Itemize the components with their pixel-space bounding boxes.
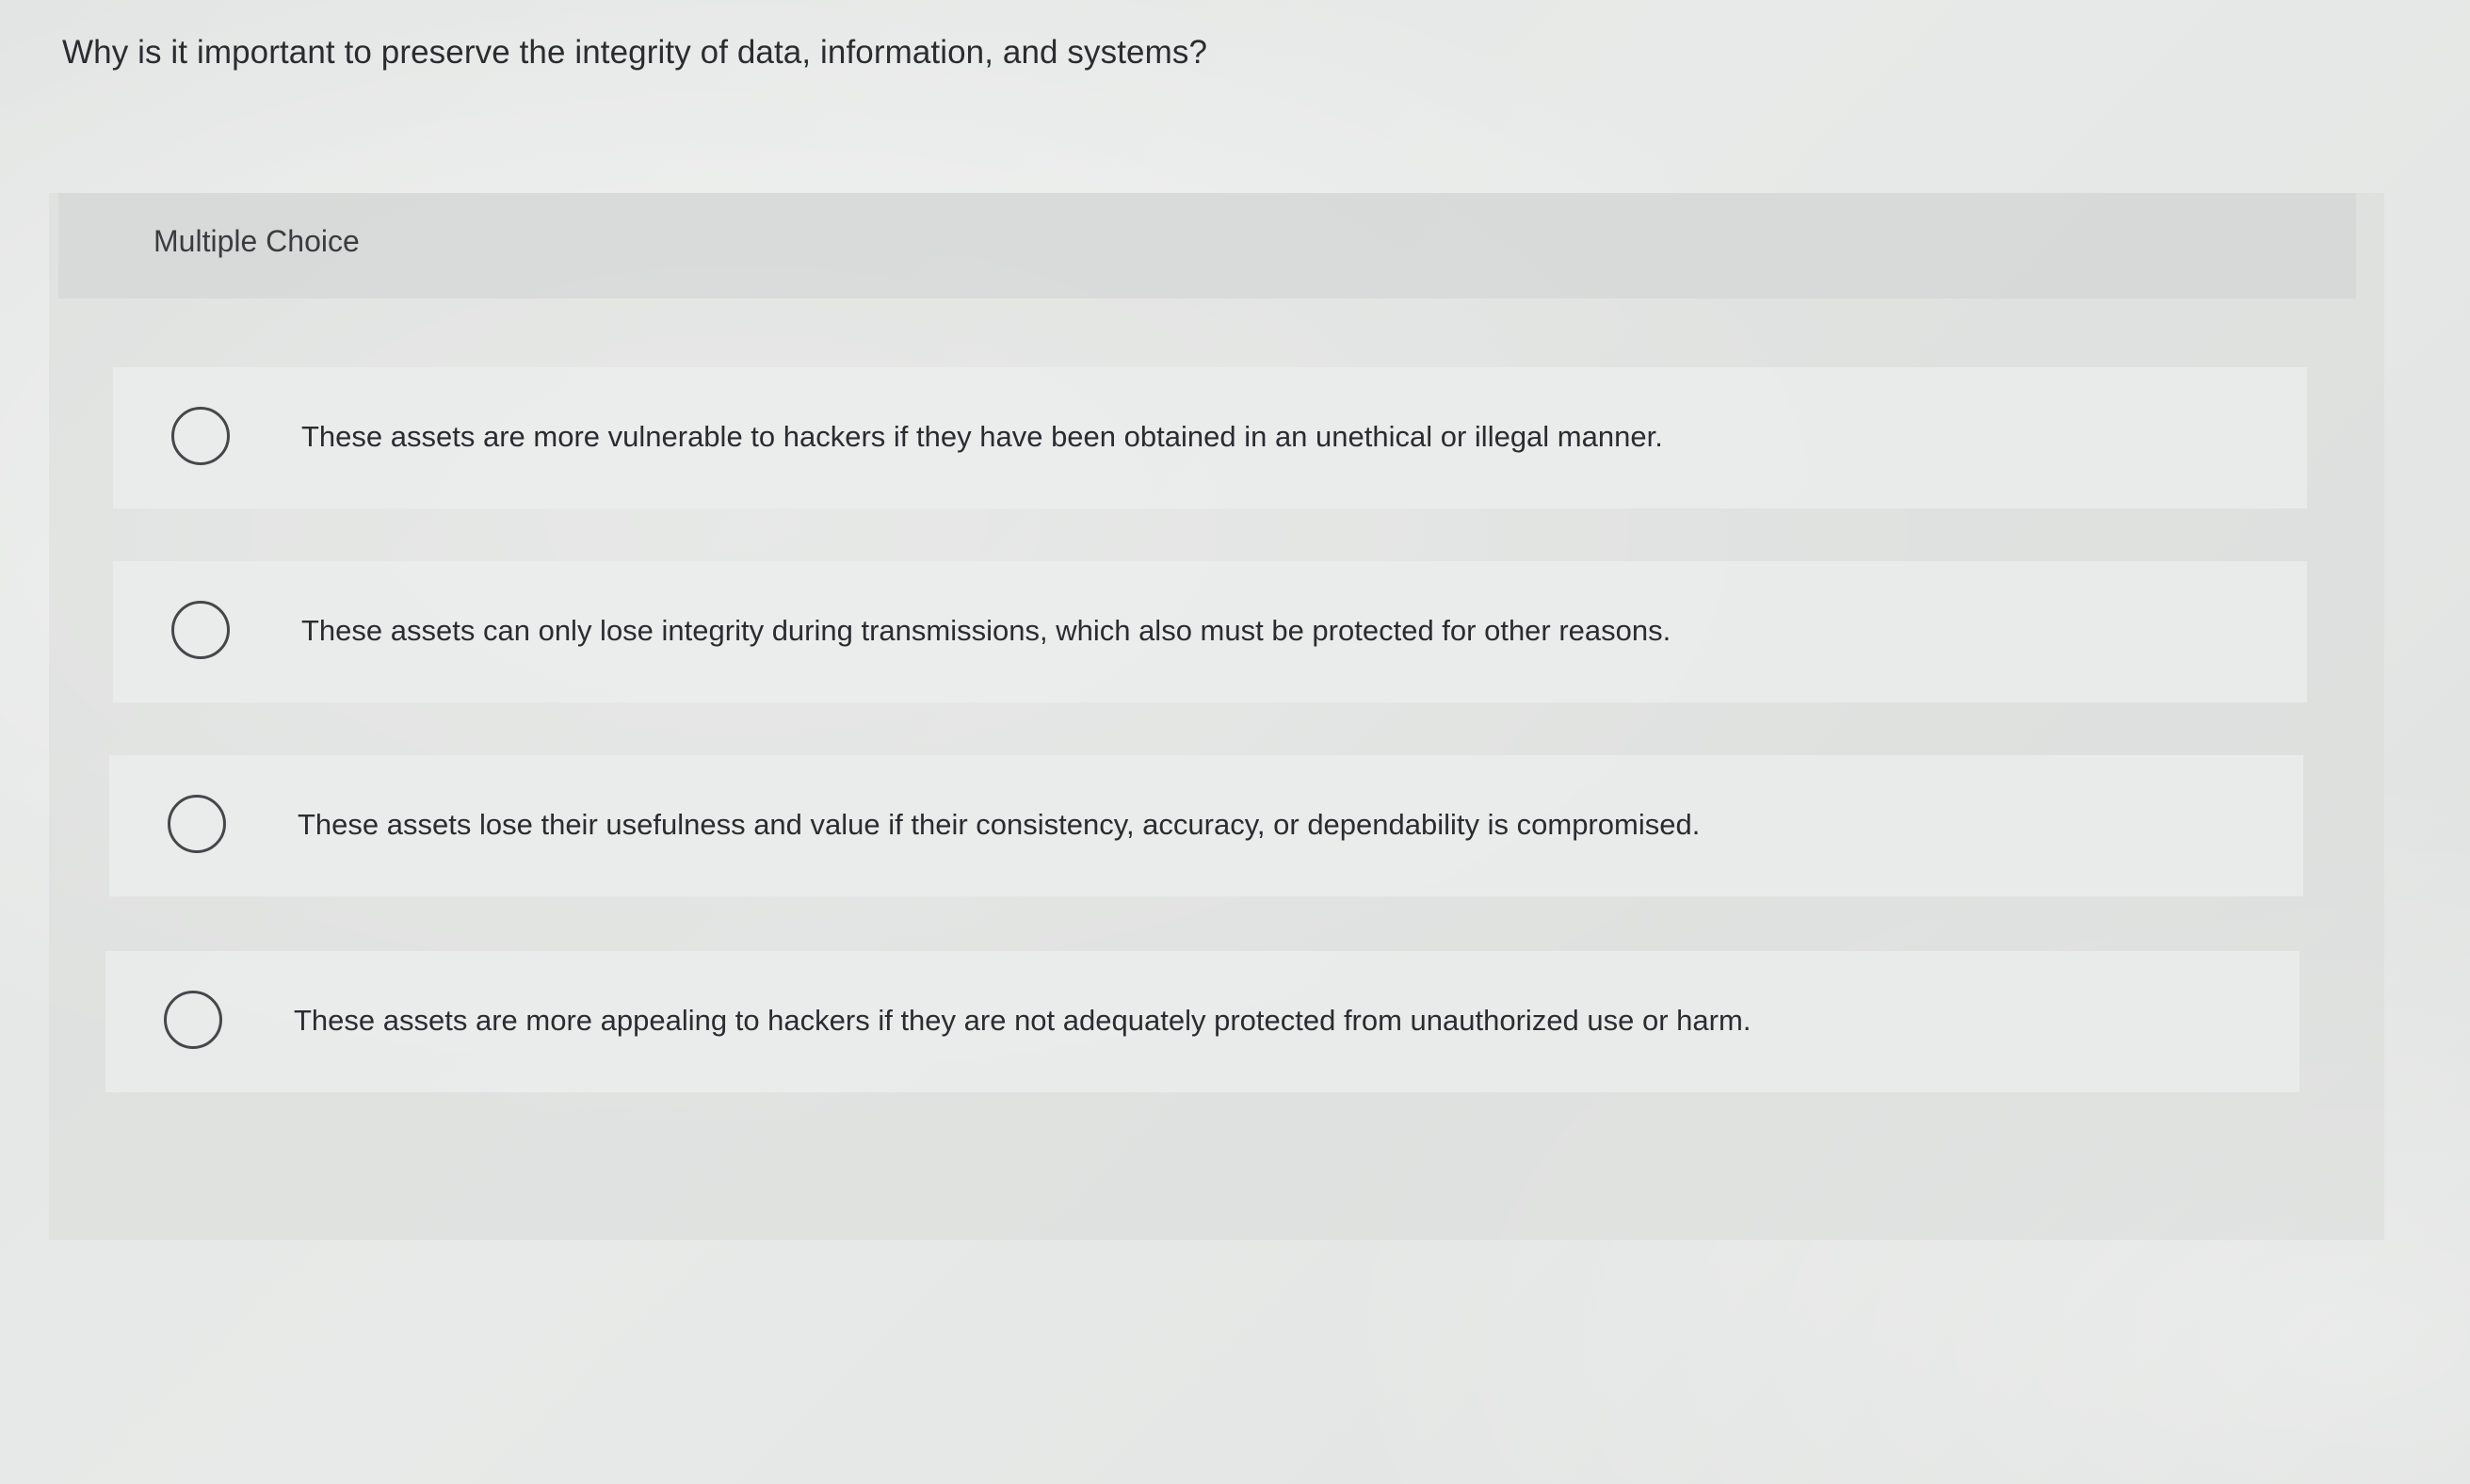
answer-option-text: These assets are more vulnerable to hack… [301, 420, 1663, 453]
radio-button-icon[interactable] [171, 601, 230, 659]
answer-option-text: These assets can only lose integrity dur… [301, 614, 1671, 647]
answer-option-3[interactable]: These assets lose their usefulness and v… [109, 755, 2303, 896]
answer-option-1[interactable]: These assets are more vulnerable to hack… [113, 367, 2307, 508]
radio-button-icon[interactable] [164, 991, 222, 1049]
radio-button-icon[interactable] [171, 407, 230, 465]
answer-options-list: These assets are more vulnerable to hack… [0, 0, 2470, 1484]
answer-option-text: These assets are more appealing to hacke… [294, 1004, 1752, 1037]
answer-option-4[interactable]: These assets are more appealing to hacke… [105, 951, 2300, 1092]
radio-button-icon[interactable] [168, 795, 226, 853]
answer-option-2[interactable]: These assets can only lose integrity dur… [113, 561, 2307, 702]
answer-option-text: These assets lose their usefulness and v… [298, 808, 1701, 841]
